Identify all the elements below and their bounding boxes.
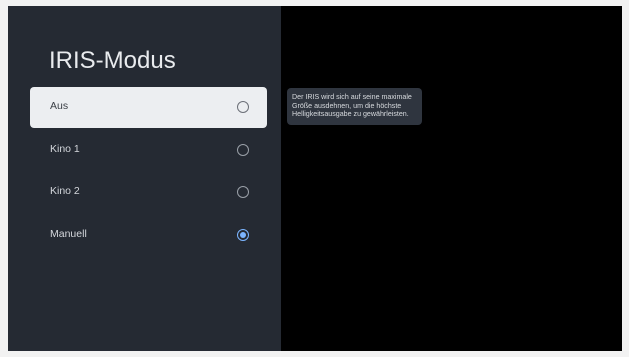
tv-screen: IRIS-Modus Aus Kino 1 Kino 2 Manuell Der… (8, 6, 622, 351)
option-label: Kino 2 (50, 185, 80, 198)
option-manuell[interactable]: Manuell (30, 215, 267, 256)
radio-unchecked-icon[interactable] (237, 143, 249, 156)
option-kino-1[interactable]: Kino 1 (30, 130, 267, 171)
option-description-tooltip: Der IRIS wird sich auf seine maximale Gr… (287, 88, 422, 125)
page-title: IRIS-Modus (49, 47, 176, 74)
radio-checked-icon[interactable] (237, 229, 249, 242)
radio-unchecked-icon[interactable] (237, 186, 249, 199)
option-label: Kino 1 (50, 142, 80, 155)
option-label: Manuell (50, 228, 87, 241)
option-list: Aus Kino 1 Kino 2 Manuell (30, 87, 267, 258)
option-label: Aus (50, 100, 69, 112)
settings-panel: IRIS-Modus Aus Kino 1 Kino 2 Manuell (8, 6, 281, 351)
option-aus[interactable]: Aus (30, 87, 267, 128)
option-kino-2[interactable]: Kino 2 (30, 172, 267, 213)
radio-unchecked-icon[interactable] (237, 101, 249, 113)
